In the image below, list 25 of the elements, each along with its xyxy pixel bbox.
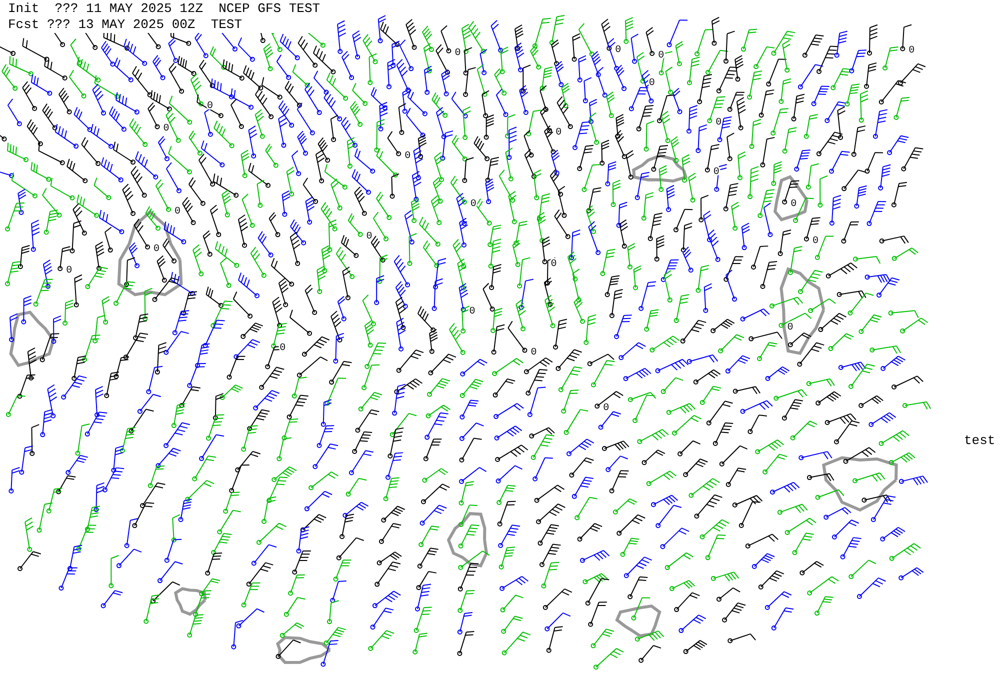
contour-label: 0 [454, 48, 461, 59]
contour-label: 0 [207, 100, 213, 112]
contour-label: 0 [530, 347, 537, 358]
contour-label: 0 [66, 266, 72, 277]
contour-label: 0 [908, 46, 915, 57]
contour-label: 0 [550, 258, 557, 270]
contour-label: 0 [366, 231, 372, 242]
contour-label: 0 [787, 322, 794, 334]
contour-label: 0 [790, 198, 797, 210]
contour-label: 0 [658, 50, 664, 62]
contour-label: 0 [404, 150, 411, 162]
contour-label: 0 [615, 45, 622, 56]
contour-label: 0 [716, 118, 722, 129]
contour-label: 0 [154, 244, 160, 255]
side-label: test [964, 433, 996, 448]
contour-label: 0 [812, 236, 818, 247]
forecast-time-text: Fcst ??? 13 MAY 2025 00Z TEST [8, 17, 244, 33]
contour-label: 0 [556, 128, 562, 139]
contour-label: 0 [280, 343, 286, 354]
contour-label: 0 [470, 198, 476, 210]
contour-label: 0 [174, 206, 181, 218]
contour-label: 0 [603, 403, 610, 414]
contour-label: 0 [163, 124, 170, 135]
init-time-text: Init ??? 11 MAY 2025 12Z NCEP GFS TEST [8, 1, 320, 17]
contour-label: 0 [469, 306, 476, 318]
